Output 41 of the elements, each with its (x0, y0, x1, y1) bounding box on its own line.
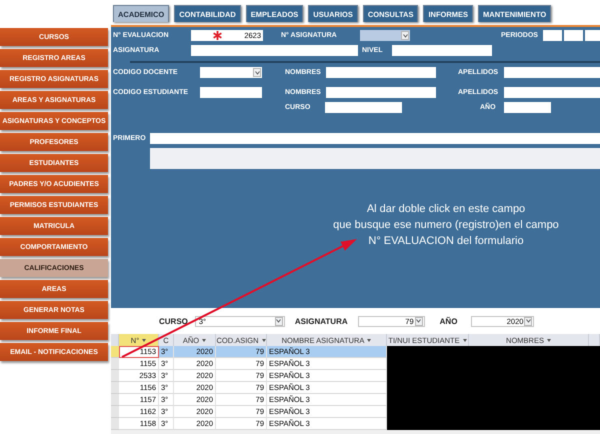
row-selector[interactable] (111, 394, 119, 406)
asterisk-icon (213, 31, 222, 40)
text-field[interactable] (585, 30, 600, 41)
text-field[interactable] (543, 30, 562, 41)
text-field[interactable] (150, 133, 600, 144)
text-field[interactable] (325, 102, 402, 113)
dropdown-arrow-icon[interactable] (462, 338, 467, 342)
dropdown-arrow-icon[interactable] (142, 338, 146, 342)
text-field[interactable] (504, 67, 600, 78)
dropdown-arrow-icon[interactable] (414, 316, 423, 326)
dropdown-arrow-icon[interactable] (202, 338, 206, 342)
dropdown-arrow-icon[interactable] (546, 338, 551, 342)
annotation-text: Al dar doble click en este campo que busque ese numero (registro)en el campo N° EVALUACION del formulario (332, 202, 560, 249)
dropdown-arrow-icon[interactable] (401, 31, 409, 40)
column-header[interactable] (589, 334, 600, 346)
dropdown-arrow-icon[interactable] (253, 68, 261, 77)
text-area[interactable] (150, 148, 600, 169)
filter-label: CURSO (159, 316, 188, 326)
row-selector[interactable] (111, 370, 119, 382)
row-selector[interactable] (111, 358, 119, 370)
text-field[interactable] (326, 87, 436, 98)
dropdown-arrow-icon[interactable] (262, 338, 266, 342)
row-selector[interactable] (111, 406, 119, 418)
row-selector[interactable] (111, 418, 119, 430)
row-selector[interactable] (111, 346, 119, 358)
text-field[interactable] (504, 87, 600, 98)
text-field[interactable] (191, 45, 358, 56)
dropdown-field[interactable] (200, 67, 262, 78)
filter-label: AÑO (440, 316, 458, 326)
dropdown-field[interactable] (360, 30, 410, 41)
header-corner[interactable] (111, 334, 119, 346)
text-field[interactable] (200, 87, 262, 98)
text-field[interactable] (326, 67, 436, 78)
dropdown-arrow-icon[interactable] (367, 338, 372, 342)
filter-label: ASIGNATURA (294, 316, 348, 326)
text-field[interactable] (392, 45, 492, 56)
text-field[interactable] (504, 102, 551, 113)
text-field[interactable] (564, 30, 583, 41)
row-selector[interactable] (111, 382, 119, 394)
dropdown-arrow-icon[interactable] (274, 316, 283, 326)
dropdown-arrow-icon[interactable] (524, 316, 532, 326)
